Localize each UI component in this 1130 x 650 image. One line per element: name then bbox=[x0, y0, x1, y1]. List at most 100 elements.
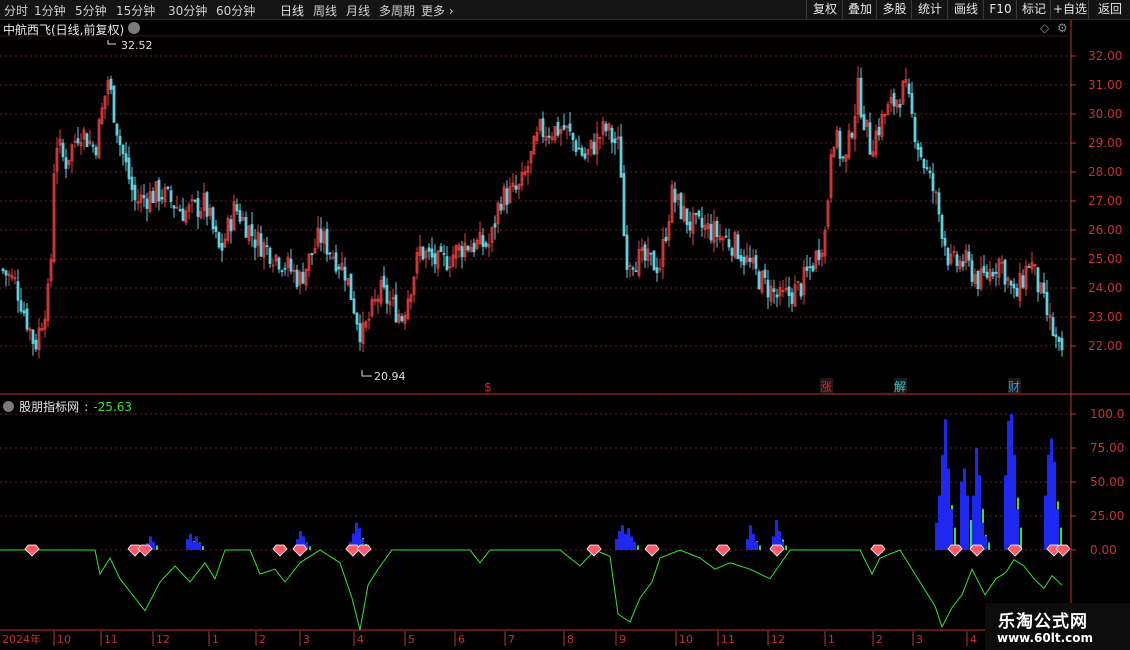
indicator-name[interactable]: 股朋指标网 bbox=[19, 400, 79, 414]
candle-body bbox=[253, 239, 257, 248]
candle-body bbox=[892, 93, 896, 107]
indicator-bar-green bbox=[988, 542, 990, 550]
candle-body bbox=[319, 228, 323, 243]
candle-body bbox=[808, 266, 812, 269]
candle-body bbox=[121, 144, 125, 155]
event-marker: $ bbox=[484, 380, 492, 394]
candle-body bbox=[1003, 259, 1007, 285]
candle-body bbox=[766, 279, 770, 298]
candle-body bbox=[472, 242, 476, 253]
settings-chevron-icon[interactable] bbox=[128, 22, 140, 34]
candle-body bbox=[352, 298, 356, 314]
indicator-bar-blue bbox=[192, 541, 195, 550]
candle-body bbox=[1, 268, 5, 272]
indicator-bar-blue bbox=[938, 495, 941, 550]
candle-body bbox=[1051, 317, 1055, 336]
candle-body bbox=[328, 252, 332, 255]
indicator-collapse-icon[interactable] bbox=[3, 401, 14, 412]
x-axis-label: 2 bbox=[876, 633, 883, 646]
indicator-bar-blue bbox=[627, 528, 630, 550]
candle-body bbox=[685, 208, 689, 226]
candle-body bbox=[679, 193, 683, 220]
candle-body bbox=[289, 258, 293, 272]
candle-body bbox=[16, 281, 20, 301]
candle-body bbox=[34, 339, 38, 350]
candle-body bbox=[943, 237, 947, 246]
candle-body bbox=[850, 132, 854, 138]
candle-body bbox=[754, 255, 758, 269]
candle-body bbox=[85, 133, 89, 148]
candle-body bbox=[130, 176, 134, 190]
indicator-axis-label: 50.00 bbox=[1090, 475, 1124, 489]
candle-body bbox=[430, 248, 434, 258]
candle-body bbox=[907, 83, 911, 94]
candle-body bbox=[877, 126, 881, 136]
watermark-url: www.60lt.com bbox=[997, 631, 1094, 645]
indicator-bar-green bbox=[637, 545, 639, 550]
candle-body bbox=[1045, 291, 1049, 315]
gem-marker bbox=[586, 544, 602, 557]
candle-body bbox=[493, 223, 497, 228]
indicator-bar-green bbox=[202, 546, 204, 550]
indicator-bar-blue bbox=[960, 482, 963, 550]
candle-body bbox=[91, 144, 95, 147]
watermark: 乐淘公式网 www.60lt.com bbox=[985, 603, 1130, 650]
indicator-bar-blue bbox=[630, 536, 633, 550]
candle-body bbox=[211, 207, 215, 230]
candle-body bbox=[334, 252, 338, 272]
candle-body bbox=[838, 130, 842, 159]
candle-body bbox=[985, 271, 989, 278]
candle-body bbox=[145, 198, 149, 209]
candle-body bbox=[967, 251, 971, 261]
candle-body bbox=[556, 122, 560, 136]
x-axis-label: 6 bbox=[458, 633, 465, 646]
candle-body bbox=[265, 245, 269, 248]
candle-body bbox=[238, 210, 242, 222]
candle-body bbox=[748, 257, 752, 262]
price-axis-label: 29.00 bbox=[1088, 136, 1122, 150]
candle-body bbox=[481, 235, 485, 248]
indicator-bar-blue bbox=[1044, 495, 1047, 550]
indicator-bar-green bbox=[785, 545, 787, 550]
candle-body bbox=[151, 190, 155, 203]
candle-body bbox=[610, 127, 614, 143]
x-axis-label: 9 bbox=[619, 633, 626, 646]
candle-body bbox=[541, 118, 545, 137]
x-axis-label: 12 bbox=[771, 633, 785, 646]
gem-marker bbox=[870, 544, 886, 557]
candle-body bbox=[763, 269, 767, 278]
gem-marker bbox=[644, 544, 660, 557]
watermark-title: 乐淘公式网 bbox=[998, 612, 1088, 632]
candle-body bbox=[157, 179, 161, 202]
indicator-bar-blue bbox=[944, 419, 947, 550]
candle-body bbox=[772, 288, 776, 292]
gear-icon[interactable]: ⚙ bbox=[1057, 21, 1068, 35]
candle-body bbox=[700, 217, 704, 228]
gem-marker bbox=[947, 544, 963, 557]
candle-body bbox=[1036, 267, 1040, 293]
candle-body bbox=[505, 188, 509, 205]
candle-body bbox=[178, 209, 182, 212]
candle-body bbox=[142, 195, 146, 199]
gem-marker bbox=[345, 544, 361, 557]
gem-marker bbox=[356, 544, 372, 557]
indicator-bar-blue bbox=[633, 541, 636, 550]
price-axis-label: 24.00 bbox=[1088, 281, 1122, 295]
candle-body bbox=[349, 273, 353, 300]
candle-body bbox=[730, 247, 734, 256]
indicator-bar-blue bbox=[624, 533, 627, 550]
x-axis-label: 12 bbox=[156, 633, 170, 646]
indicator-bar-blue bbox=[186, 539, 189, 550]
candle-body bbox=[571, 133, 575, 140]
candle-body bbox=[994, 271, 998, 274]
indicator-bars bbox=[146, 414, 1062, 550]
x-axis-label: 2 bbox=[259, 633, 266, 646]
candle-body bbox=[622, 173, 626, 237]
candle-body bbox=[715, 220, 719, 237]
candle-body bbox=[325, 228, 329, 255]
diamond-icon[interactable]: ◇ bbox=[1040, 21, 1049, 35]
candle-body bbox=[337, 266, 341, 270]
candle-body bbox=[625, 234, 629, 270]
candle-body bbox=[841, 156, 845, 159]
candle-body bbox=[805, 266, 809, 271]
